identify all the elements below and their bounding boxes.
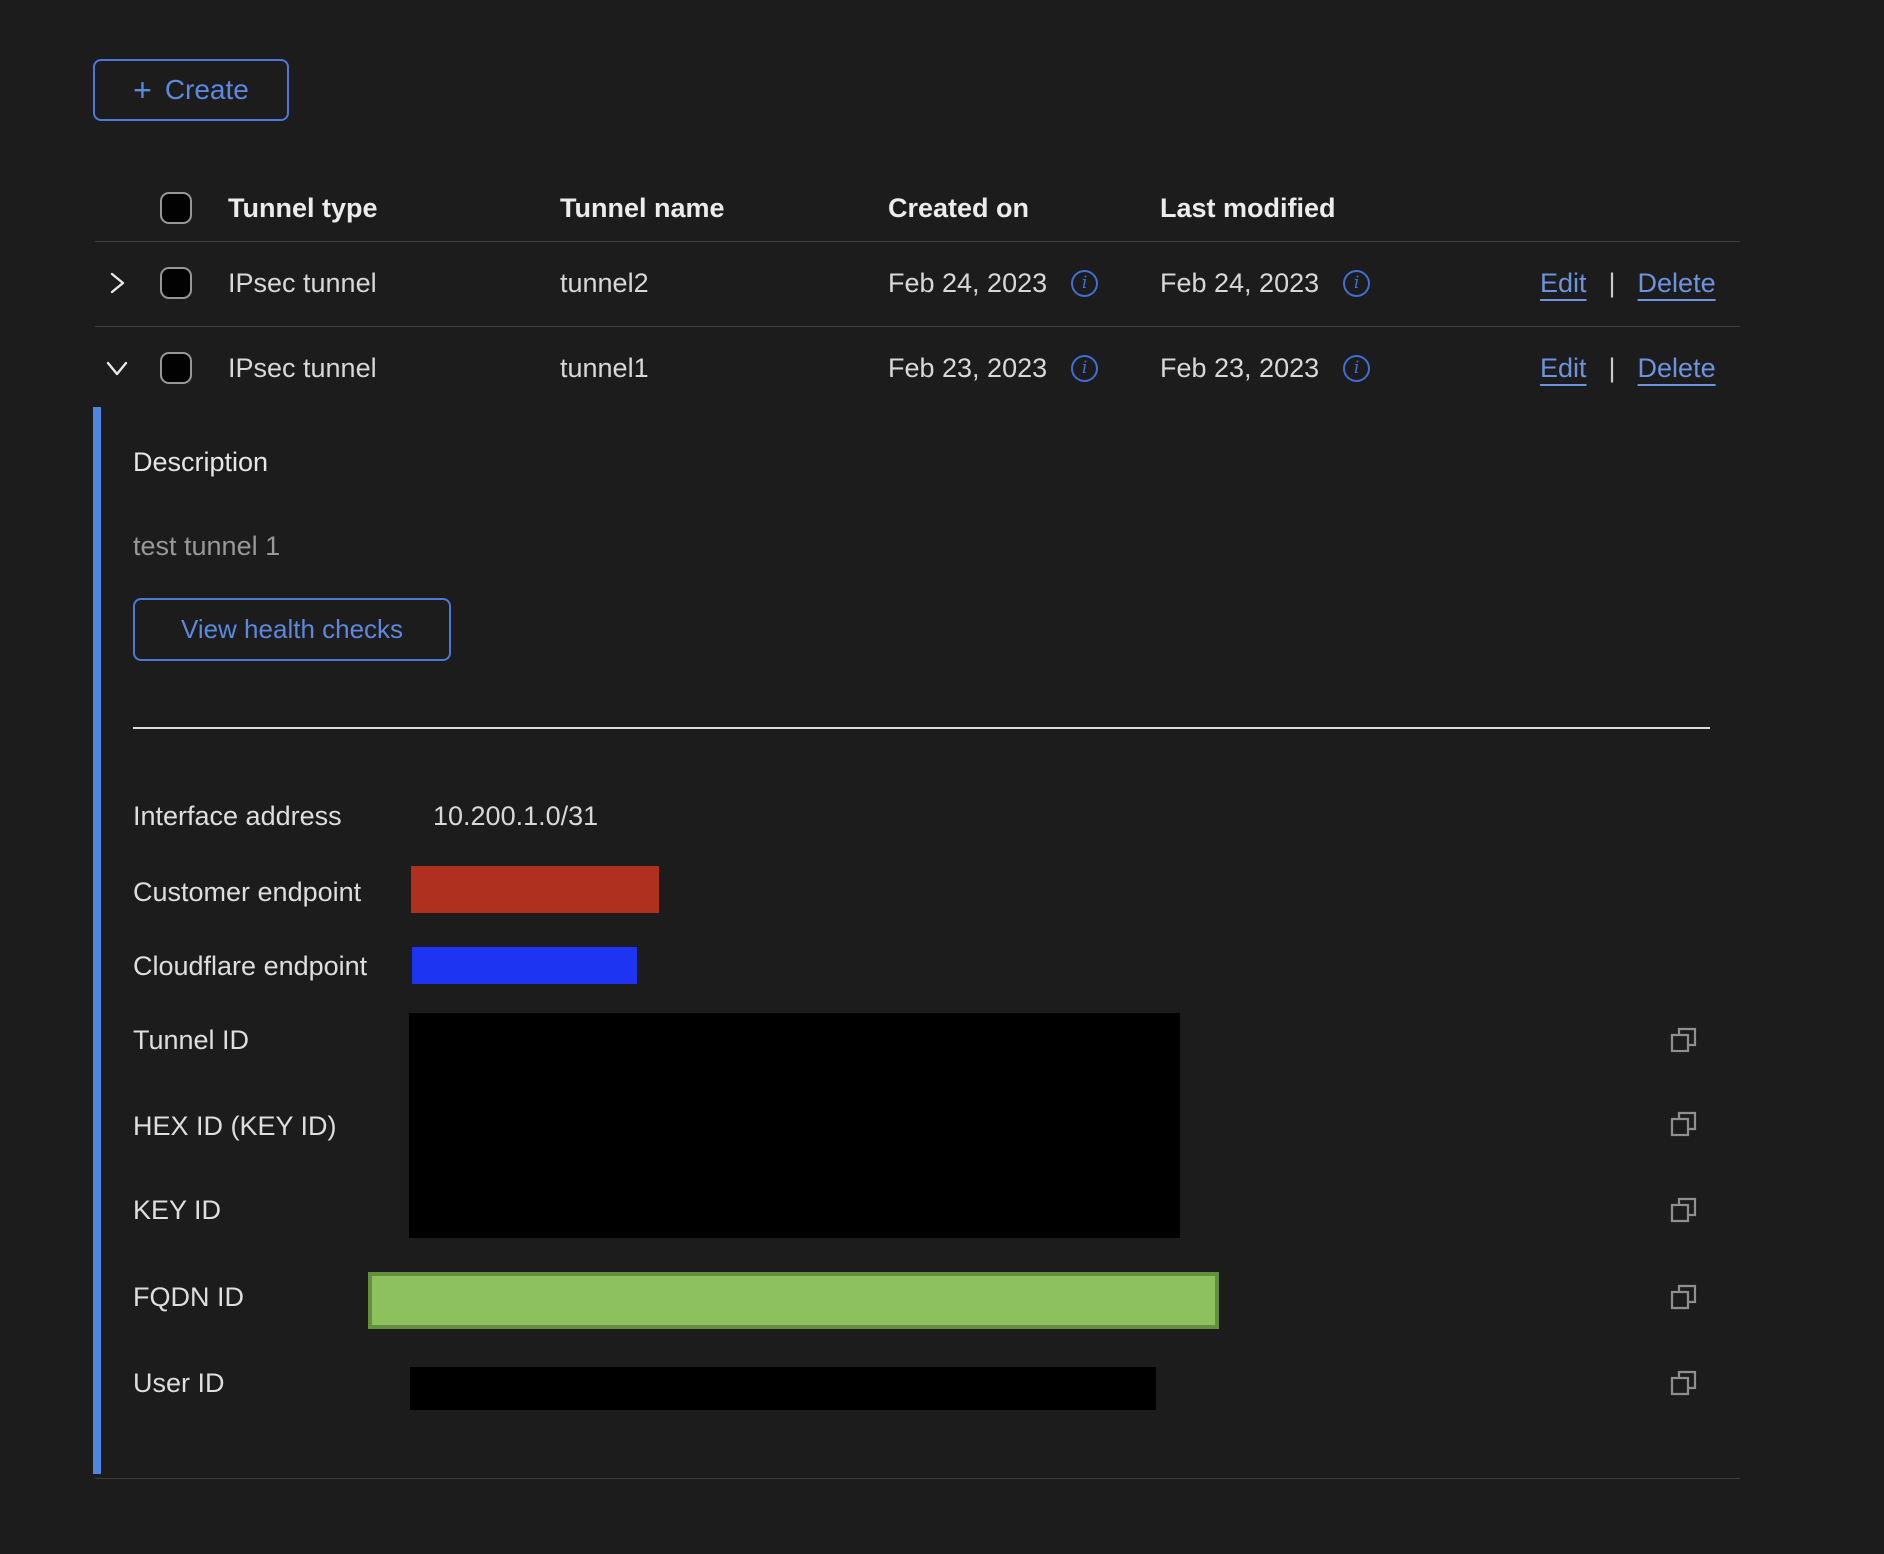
delete-link[interactable]: Delete [1638, 353, 1716, 384]
delete-link[interactable]: Delete [1638, 268, 1716, 299]
copy-fqdn-id-button[interactable] [1668, 1281, 1700, 1313]
cloudflare-endpoint-label: Cloudflare endpoint [133, 948, 367, 984]
description-value: test tunnel 1 [133, 528, 280, 564]
info-icon[interactable]: i [1343, 270, 1370, 297]
created-on-cell: Feb 24, 2023 i [888, 265, 1098, 301]
created-on-cell: Feb 23, 2023 i [888, 350, 1098, 386]
customer-endpoint-label: Customer endpoint [133, 874, 361, 910]
row-checkbox[interactable] [160, 352, 192, 384]
tunnel-id-label: Tunnel ID [133, 1022, 249, 1058]
ids-redacted-value [409, 1013, 1180, 1238]
row-actions: Edit | Delete [1540, 350, 1716, 386]
expanded-row-bottom-divider [95, 1478, 1740, 1479]
row-divider [95, 326, 1740, 327]
expanded-row-accent-bar [93, 407, 101, 1474]
select-all-checkbox[interactable] [160, 192, 192, 224]
created-on-date: Feb 24, 2023 [888, 268, 1047, 299]
plus-icon: + [133, 74, 152, 106]
panel-divider [133, 727, 1710, 729]
customer-endpoint-redacted-value [411, 866, 659, 913]
copy-hex-id-button[interactable] [1668, 1108, 1700, 1140]
column-header-created-on: Created on [888, 190, 1029, 226]
info-icon[interactable]: i [1071, 270, 1098, 297]
user-id-redacted-value [410, 1367, 1156, 1410]
hex-id-label: HEX ID (KEY ID) [133, 1108, 337, 1144]
column-header-tunnel-name: Tunnel name [560, 190, 725, 226]
last-modified-date: Feb 24, 2023 [1160, 268, 1319, 299]
action-separator: | [1609, 268, 1616, 299]
edit-link[interactable]: Edit [1540, 353, 1587, 384]
info-icon[interactable]: i [1071, 355, 1098, 382]
tunnel-type-cell: IPsec tunnel [228, 265, 377, 301]
expand-chevron-right-icon[interactable] [104, 270, 130, 296]
copy-key-id-button[interactable] [1668, 1194, 1700, 1226]
user-id-label: User ID [133, 1365, 225, 1401]
cloudflare-endpoint-redacted-value [412, 947, 637, 984]
tunnels-page: + Create Tunnel type Tunnel name Created… [0, 0, 1884, 1554]
column-header-tunnel-type: Tunnel type [228, 190, 378, 226]
tunnel-type-cell: IPsec tunnel [228, 350, 377, 386]
tunnel-name-cell: tunnel1 [560, 350, 649, 386]
create-button[interactable]: + Create [93, 59, 289, 121]
row-checkbox[interactable] [160, 267, 192, 299]
fqdn-id-label: FQDN ID [133, 1279, 244, 1315]
created-on-date: Feb 23, 2023 [888, 353, 1047, 384]
description-label: Description [133, 444, 268, 480]
interface-address-value: 10.200.1.0/31 [433, 798, 598, 834]
last-modified-date: Feb 23, 2023 [1160, 353, 1319, 384]
edit-link[interactable]: Edit [1540, 268, 1587, 299]
tunnel-name-cell: tunnel2 [560, 265, 649, 301]
view-health-checks-button[interactable]: View health checks [133, 598, 451, 661]
info-icon[interactable]: i [1343, 355, 1370, 382]
last-modified-cell: Feb 24, 2023 i [1160, 265, 1370, 301]
row-actions: Edit | Delete [1540, 265, 1716, 301]
interface-address-label: Interface address [133, 798, 342, 834]
copy-tunnel-id-button[interactable] [1668, 1024, 1700, 1056]
fqdn-id-redacted-value [368, 1272, 1219, 1329]
create-button-label: Create [165, 74, 249, 106]
last-modified-cell: Feb 23, 2023 i [1160, 350, 1370, 386]
copy-user-id-button[interactable] [1668, 1367, 1700, 1399]
key-id-label: KEY ID [133, 1192, 221, 1228]
collapse-chevron-down-icon[interactable] [104, 355, 130, 381]
header-divider [95, 241, 1740, 242]
action-separator: | [1609, 353, 1616, 384]
column-header-last-modified: Last modified [1160, 190, 1336, 226]
